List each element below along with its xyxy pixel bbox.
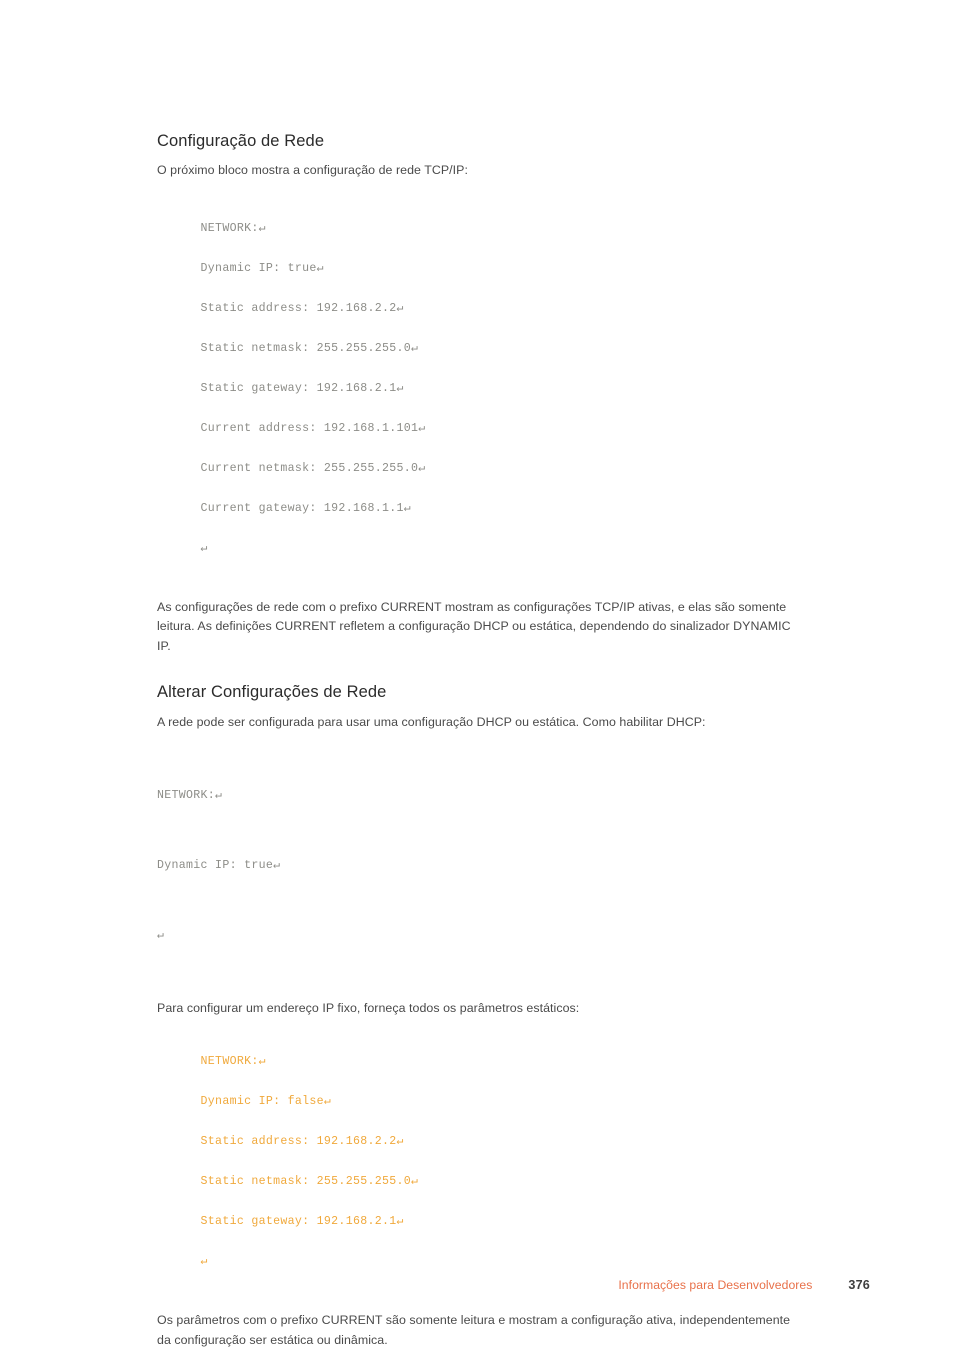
page-content: Configuração de Rede O próximo bloco mos…	[157, 131, 799, 1350]
code-block-static-ip: NETWORK:↵ Dynamic IP: false↵ Static addr…	[157, 1032, 799, 1292]
heading-network-config: Configuração de Rede	[157, 132, 325, 150]
code-line: Dynamic IP: true↵	[157, 858, 281, 872]
code-line: Static netmask: 255.255.255.0↵	[200, 1175, 419, 1189]
code-line: Current gateway: 192.168.1.1↵	[200, 501, 412, 515]
heading-change-network: Alterar Configurações de Rede	[157, 683, 387, 702]
footer-chapter-label: Informações para Desenvolvedores	[618, 1278, 813, 1292]
paragraph-static-intro: Para configurar um endereço IP fixo, for…	[157, 1000, 580, 1015]
code-line: NETWORK:↵	[200, 1055, 266, 1069]
code-line: Dynamic IP: false↵	[200, 1095, 332, 1109]
code-line: Static address: 192.168.2.2↵	[200, 301, 404, 315]
code-line: Static gateway: 192.168.2.1↵	[200, 1215, 404, 1229]
code-line: NETWORK:↵	[200, 221, 266, 235]
code-line: ↵	[200, 1255, 208, 1269]
code-line: Static address: 192.168.2.2↵	[200, 1135, 404, 1149]
code-line: NETWORK:↵	[157, 788, 223, 802]
code-line: ↵	[157, 928, 165, 942]
paragraph-network-intro: O próximo bloco mostra a configuração de…	[157, 163, 468, 178]
paragraph-current-note: As configurações de rede com o prefixo C…	[157, 599, 791, 653]
code-line: Current netmask: 255.255.255.0↵	[200, 461, 426, 475]
document-page: Configuração de Rede O próximo bloco mos…	[0, 0, 954, 1350]
code-line: Static gateway: 192.168.2.1↵	[200, 381, 404, 395]
code-block-dhcp: NETWORK:↵ Dynamic IP: true↵ ↵	[157, 746, 799, 986]
code-line: ↵	[200, 541, 208, 555]
paragraph-change-network-intro: A rede pode ser configurada para usar um…	[157, 714, 706, 729]
code-block-network-status: NETWORK:↵ Dynamic IP: true↵ Static addre…	[157, 199, 799, 579]
footer-page-number: 376	[848, 1278, 870, 1292]
code-line: Dynamic IP: true↵	[200, 261, 324, 275]
paragraph-current-readonly-note: Os parâmetros com o prefixo CURRENT são …	[157, 1313, 791, 1347]
code-line: Static netmask: 255.255.255.0↵	[200, 341, 419, 355]
page-footer: Informações para Desenvolvedores 376	[157, 1278, 870, 1292]
code-line: Current address: 192.168.1.101↵	[200, 421, 426, 435]
